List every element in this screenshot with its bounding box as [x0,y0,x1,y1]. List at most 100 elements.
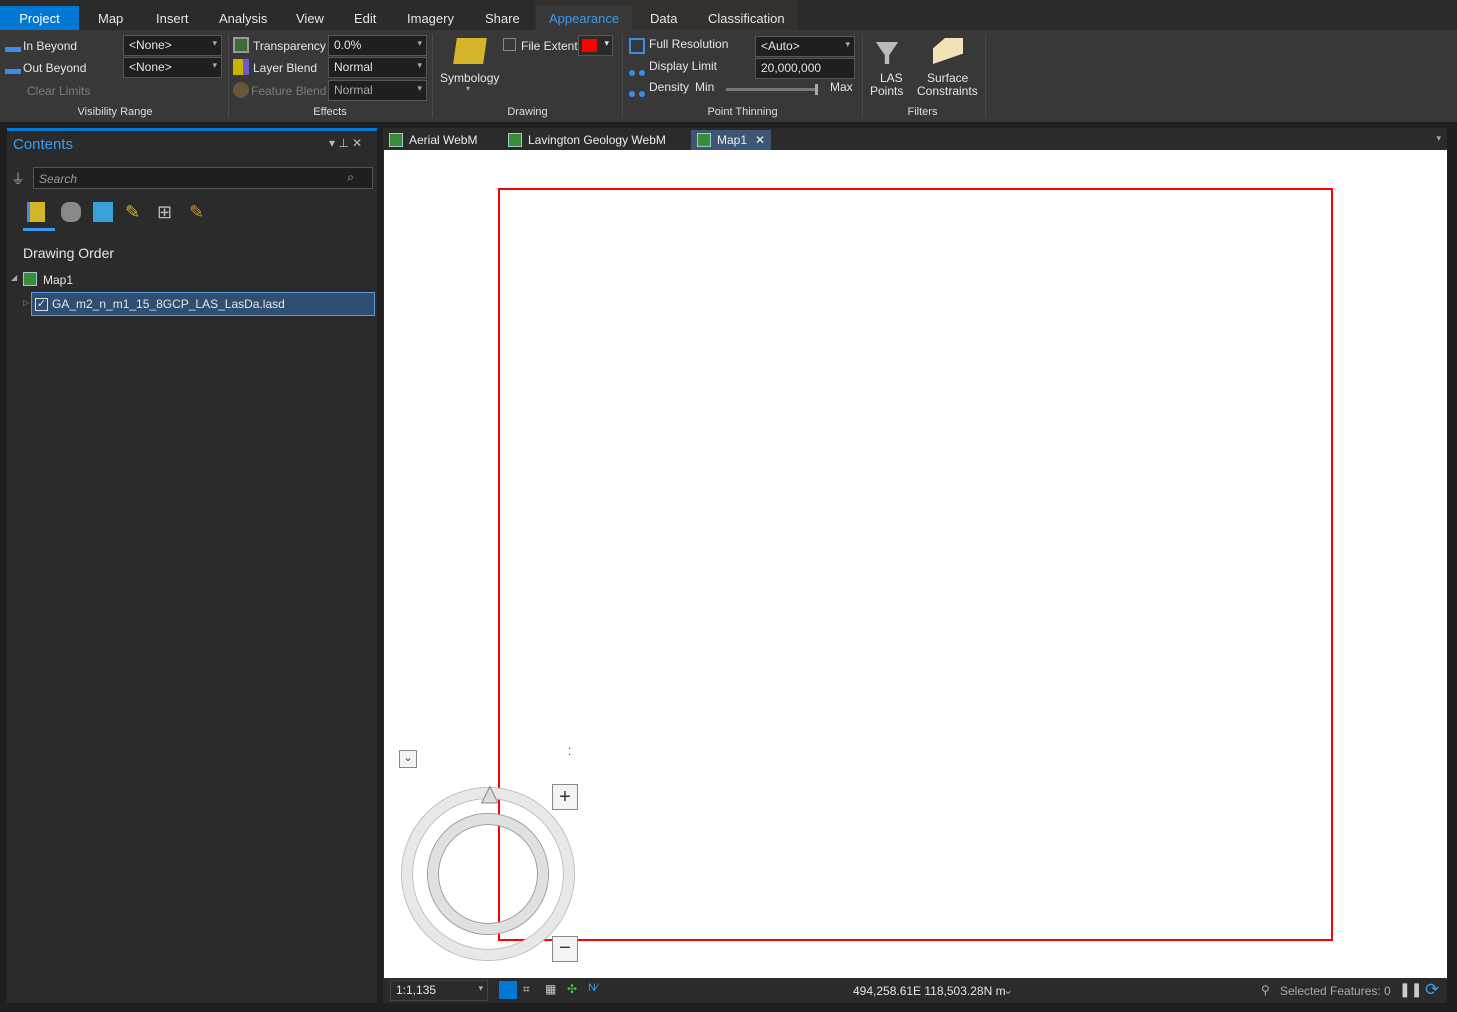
divider [985,34,986,118]
out-beyond-button[interactable]: Out Beyond [23,61,86,75]
point-budget-dropdown[interactable]: <Auto> [755,36,855,57]
pane-options-icon[interactable]: ▾ ⊥ ✕ [329,136,362,150]
tab-map[interactable]: Map [88,6,133,30]
zoom-out-button[interactable]: − [552,936,578,962]
drawing-order-heading: Drawing Order [23,245,115,261]
in-beyond-dropdown[interactable]: <None> [123,35,222,56]
collapse-icon[interactable]: ◢ [11,273,17,282]
las-points-button[interactable]: LAS [880,71,903,85]
map-icon [508,133,522,147]
view-tab-aerial[interactable]: Aerial WebM [383,130,477,150]
search-icon[interactable]: ⌕ [347,170,354,185]
selection-icon[interactable] [93,202,113,222]
ribbon: In Beyond Out Beyond Clear Limits <None>… [0,30,1457,122]
navigator-toggle[interactable]: ⌄ [399,750,417,768]
map-icon [23,272,37,286]
in-beyond-button[interactable]: In Beyond [23,39,77,53]
close-icon[interactable]: ✕ [755,130,765,150]
refresh-icon[interactable]: ⟳ [1425,980,1439,1000]
north-arrow-icon[interactable]: ▲ [476,778,505,810]
out-beyond-icon [5,58,21,74]
north-icon[interactable]: N⁄ [588,982,604,998]
data-source-icon[interactable] [61,202,81,222]
correction-icon[interactable]: ✣ [567,982,583,998]
las-points-button-line2[interactable]: Points [870,84,903,98]
feature-blend-dropdown[interactable]: Normal [328,80,427,101]
tab-analysis[interactable]: Analysis [209,6,277,30]
feature-blend-label: Feature Blend [251,84,327,98]
search-placeholder: Search [39,172,78,186]
divider [228,34,229,118]
navigator-compass[interactable] [402,788,574,960]
display-limit-icon [629,60,645,76]
chevron-down-icon[interactable]: ⌄ [1003,983,1013,997]
tab-insert[interactable]: Insert [146,6,199,30]
file-extent-rectangle [498,188,1333,941]
density-max-label: Max [830,80,853,94]
navigator-ring[interactable] [428,814,548,934]
tabs-menu-icon[interactable]: ▾ [1436,133,1441,144]
full-resolution-button[interactable]: Full Resolution [649,37,728,51]
density-slider-thumb[interactable] [815,84,818,95]
expand-icon[interactable]: ▷ [23,298,29,307]
pane-accent [7,128,377,131]
navigator-handle-icon[interactable]: ⁚ [568,747,571,758]
grid-icon[interactable]: ▦ [545,982,561,998]
ribbon-tabs: Project Map Insert Analysis View Edit Im… [0,0,1457,30]
tab-edit[interactable]: Edit [344,6,386,30]
density-label: Density [649,80,690,94]
display-limit-label: Display Limit [649,59,718,73]
surface-constraints-icon [933,38,963,64]
layer-name: GA_m2_n_m1_15_8GCP_LAS_LasDa.lasd [52,297,285,311]
active-indicator [23,228,55,231]
layer-blend-icon [233,59,249,75]
tab-share[interactable]: Share [475,6,530,30]
search-input[interactable]: Search ⌕ [33,167,373,189]
view-tab-geology[interactable]: Lavington Geology WebM [502,130,666,150]
tab-classification[interactable]: Classification [698,6,795,30]
snapping-icon[interactable]: ⌗ [523,982,539,998]
layer-blend-dropdown[interactable]: Normal [328,57,427,78]
layer-visibility-checkbox[interactable]: ✓ [35,298,48,311]
snapping-icon[interactable]: ⊞ [157,202,177,222]
labeling-icon[interactable]: ✎ [189,202,209,222]
surface-constraints-button-line2[interactable]: Constraints [917,84,978,98]
density-min-label: Min [695,80,715,94]
full-resolution-icon [629,38,645,54]
tab-project[interactable]: Project [0,6,79,30]
filter-icon[interactable]: ⏚ [11,169,25,189]
surface-constraints-button[interactable]: Surface [927,71,968,85]
layer-row[interactable]: ✓ GA_m2_n_m1_15_8GCP_LAS_LasDa.lasd [31,292,375,316]
out-beyond-dropdown[interactable]: <None> [123,57,222,78]
drawing-order-icon[interactable] [27,202,45,222]
group-label: Filters [907,106,938,118]
map-icon [389,133,403,147]
density-slider[interactable] [726,84,818,95]
tab-imagery[interactable]: Imagery [397,6,464,30]
selected-features[interactable]: Selected Features: 0 [1280,984,1391,998]
zoom-in-button[interactable]: + [552,784,578,810]
transparency-dropdown[interactable]: 0.0% [328,35,427,56]
view-tab-label: Aerial WebM [409,133,478,147]
file-extent-label: File Extent [521,39,578,53]
density-icon [629,81,645,97]
map-icon [697,133,711,147]
status-bar: 1:1,135 ⌗ ▦ ✣ N⁄ 494,258.61E 118,503.28N… [383,978,1447,1003]
tab-appearance[interactable]: Appearance [536,6,632,30]
map-canvas[interactable]: ⌄ ⁚ ▲ + − [384,150,1447,978]
editing-icon[interactable]: ✎ [125,202,145,222]
clear-limits-button[interactable]: Clear Limits [27,84,90,98]
display-limit-input[interactable]: 20,000,000 [755,58,855,79]
symbology-button[interactable]: Symbology [440,71,499,85]
scale-dropdown[interactable]: 1:1,135 [390,980,488,1001]
transparency-label: Transparency [253,39,326,53]
layer-blend-label: Layer Blend [253,61,318,75]
view-tab-map1[interactable]: Map1 ✕ [691,130,772,150]
map-item[interactable]: Map1 [43,273,73,287]
tab-view[interactable]: View [286,6,334,30]
extent-color-picker[interactable]: ▾ [578,35,613,56]
file-extent-checkbox[interactable] [503,38,516,51]
grid-snap-icon[interactable] [499,981,517,999]
pause-drawing-icon[interactable]: ❚❚ [1399,981,1422,998]
tab-data[interactable]: Data [640,6,687,30]
